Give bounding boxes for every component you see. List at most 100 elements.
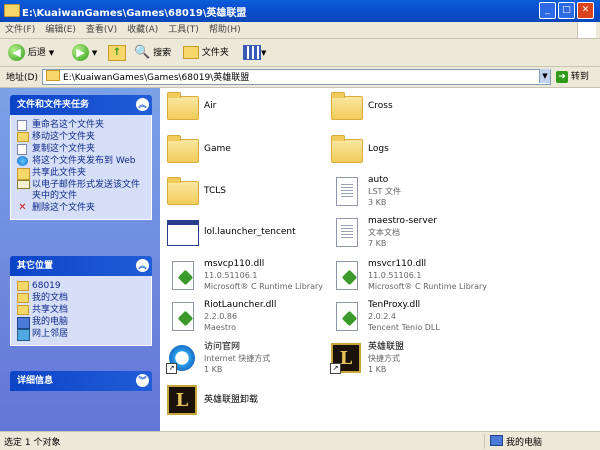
minimize-button[interactable]: _	[539, 2, 556, 19]
views-icon	[243, 45, 261, 60]
item-text: auto LST 文件 3 KB	[368, 175, 401, 208]
task-publish-web[interactable]: 将这个文件夹发布到 Web	[17, 156, 147, 167]
task-label: 共享此文件夹	[32, 168, 87, 178]
folders-icon	[183, 46, 199, 59]
place-my-computer[interactable]: 我的电脑	[17, 317, 147, 329]
folder-icon	[166, 90, 199, 122]
item-description: Microsoft® C Runtime Library	[368, 282, 488, 291]
item-version: 2.0.2.4	[368, 312, 396, 321]
item-name: 英雄联盟卸载	[204, 395, 259, 405]
place-label: 我的文档	[32, 293, 69, 303]
text-file-icon	[330, 175, 362, 207]
status-selection: 选定 1 个对象	[4, 438, 61, 448]
item-text: RiotLauncher.dll 2.2.0.86 Maestro	[204, 300, 276, 333]
place-label: 网上邻居	[32, 329, 69, 339]
item-name: Cross	[368, 101, 393, 111]
task-rename[interactable]: 重命名这个文件夹	[17, 120, 147, 131]
item-name: Logs	[368, 144, 389, 154]
menu-tools[interactable]: 工具(T)	[163, 22, 204, 38]
maximize-button[interactable]: □	[558, 2, 575, 19]
shortcut-arrow-icon: ↗	[166, 363, 177, 374]
status-zone: 我的电脑	[490, 435, 542, 448]
close-button[interactable]: ✕	[577, 2, 594, 19]
menu-file[interactable]: 文件(F)	[0, 22, 40, 38]
views-button[interactable]: ▼	[243, 43, 266, 63]
folder-icon	[166, 175, 199, 207]
item-name: 英雄联盟	[368, 342, 405, 352]
search-label: 搜索	[153, 48, 172, 59]
task-email[interactable]: 以电子邮件形式发送该文件夹中的文件	[17, 180, 147, 202]
move-icon	[17, 132, 29, 142]
task-label: 移动这个文件夹	[32, 132, 96, 142]
item-type: 文本文档	[368, 228, 400, 237]
place-label: 共享文档	[32, 305, 69, 315]
back-button[interactable]: ◀ 后退 ▼	[8, 43, 54, 63]
task-pane: 文件和文件夹任务 ︽ 重命名这个文件夹 移动这个文件夹 复制这个文件夹 将这个文件…	[0, 88, 160, 431]
item-text: 访问官网 Internet 快捷方式 1 KB	[204, 342, 270, 375]
place-68019[interactable]: 68019	[17, 281, 147, 292]
item-text: msvcr110.dll 11.0.51106.1 Microsoft® C Run…	[368, 259, 487, 292]
place-my-documents[interactable]: 我的文档	[17, 293, 147, 304]
item-text: TenProxy.dll 2.0.2.4 Tencent Tenio DLL	[368, 300, 440, 333]
lol-logo-icon: L ↗	[330, 342, 362, 374]
forward-arrow-icon: ▶	[72, 44, 89, 61]
menu-favorites[interactable]: 收藏(A)	[122, 22, 163, 38]
chevron-up-icon: ︽	[136, 98, 149, 111]
go-label: 转到	[570, 72, 589, 82]
text-file-icon	[330, 216, 362, 248]
go-arrow-icon: ➜	[556, 70, 568, 83]
status-bar: 选定 1 个对象 我的电脑	[0, 431, 600, 450]
folders-button[interactable]: 文件夹	[183, 43, 229, 63]
chevron-down-icon: ︾	[136, 374, 149, 387]
menu-help[interactable]: 帮助(H)	[204, 22, 246, 38]
item-type: 快捷方式	[368, 354, 400, 363]
item-version: 11.0.51106.1	[204, 271, 258, 280]
dll-icon	[330, 259, 362, 291]
folder-icon	[330, 90, 363, 122]
address-input[interactable]: E:\KuaiwanGames\Games\68019\英雄联盟	[42, 69, 551, 85]
task-label: 删除这个文件夹	[32, 203, 96, 213]
details-header[interactable]: 详细信息 ︾	[10, 371, 152, 391]
item-size: 3 KB	[368, 198, 387, 207]
menu-view[interactable]: 查看(V)	[81, 22, 122, 38]
place-label: 68019	[32, 281, 61, 291]
task-share[interactable]: 共享此文件夹	[17, 168, 147, 180]
task-copy[interactable]: 复制这个文件夹	[17, 144, 147, 155]
search-button[interactable]: 🔍 搜索	[134, 43, 171, 63]
up-folder-button[interactable]: ↑	[108, 43, 126, 63]
item-version: 2.2.0.86	[204, 312, 238, 321]
item-name: lol.launcher_tencent	[204, 227, 296, 237]
item-name: msvcp110.dll	[204, 259, 265, 269]
forward-button[interactable]: ▶ ▼	[72, 43, 97, 63]
computer-icon	[490, 435, 503, 446]
explorer-window: E:\KuaiwanGames\Games\68019\英雄联盟 _ □ ✕ 文…	[0, 0, 600, 450]
task-label: 重命名这个文件夹	[32, 120, 105, 130]
item-type: LST 文件	[368, 187, 401, 196]
other-places-header[interactable]: 其它位置 ︽	[10, 256, 152, 276]
task-label: 复制这个文件夹	[32, 144, 96, 154]
item-size: 1 KB	[204, 365, 223, 374]
menu-edit[interactable]: 编辑(E)	[40, 22, 81, 38]
delete-icon: ✕	[18, 202, 27, 213]
dll-icon	[166, 259, 198, 291]
item-text: 英雄联盟 快捷方式 1 KB	[368, 342, 404, 375]
item-version: 11.0.51106.1	[368, 271, 422, 280]
go-button[interactable]: ➜ 转到	[556, 70, 589, 84]
item-name: TCLS	[204, 186, 226, 196]
place-network[interactable]: 网上邻居	[17, 329, 147, 341]
lol-logo-icon: L	[166, 384, 198, 416]
task-delete[interactable]: ✕ 删除这个文件夹	[17, 203, 147, 214]
task-move[interactable]: 移动这个文件夹	[17, 132, 147, 143]
file-tasks-title: 文件和文件夹任务	[17, 100, 90, 110]
file-tasks-header[interactable]: 文件和文件夹任务 ︽	[10, 95, 152, 115]
place-shared-documents[interactable]: 共享文档	[17, 305, 147, 316]
item-description: Maestro	[204, 323, 237, 332]
item-text: msvcp110.dll 11.0.51106.1 Microsoft® C Run…	[204, 259, 323, 292]
folder-icon	[17, 281, 29, 291]
other-places-panel: 其它位置 ︽ 68019 我的文档 共享文档 我的电脑 网上邻居	[10, 256, 152, 346]
address-dropdown-button[interactable]: ▼	[539, 69, 550, 83]
chevron-up-icon: ︽	[136, 259, 149, 272]
title-bar[interactable]: E:\KuaiwanGames\Games\68019\英雄联盟 _ □ ✕	[0, 0, 600, 22]
file-tasks-list: 重命名这个文件夹 移动这个文件夹 复制这个文件夹 将这个文件夹发布到 Web 共…	[10, 115, 152, 220]
email-icon	[17, 180, 30, 189]
